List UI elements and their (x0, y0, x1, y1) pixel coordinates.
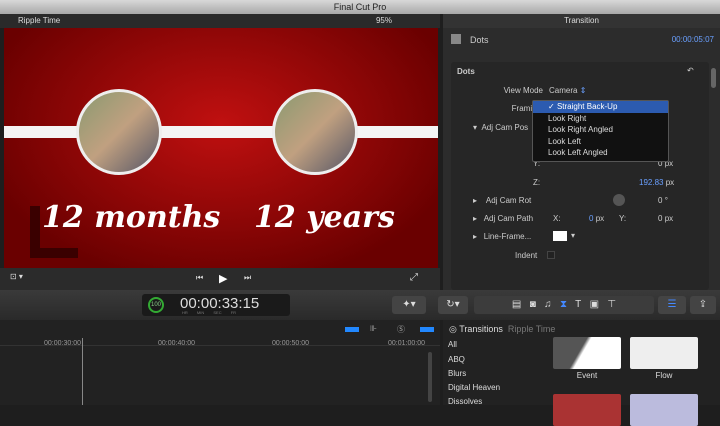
thumb[interactable] (553, 394, 621, 426)
path-x-value[interactable]: 0 px (589, 214, 604, 223)
menu-item-look-left[interactable]: Look Left (533, 136, 668, 148)
viewer-header: Ripple Time 95% (0, 14, 440, 28)
solo-icon[interactable]: Ⓢ (397, 324, 405, 335)
menu-item-straight-back-up[interactable]: ✓ Straight Back-Up (533, 101, 668, 113)
dots-section (451, 62, 709, 290)
adj-cam-rot-row[interactable]: ▸ Adj Cam Rot (473, 196, 531, 205)
ruler-tick: 00:01:00:00 (388, 340, 425, 347)
thumb-flow[interactable] (630, 337, 698, 369)
thumb-label: Event (576, 371, 598, 380)
timeline-scrollbar[interactable] (428, 352, 432, 402)
transition-name: Dots (470, 35, 489, 45)
generators-icon[interactable]: ▣ (590, 299, 599, 310)
audio-skimming-icon[interactable]: ⊪ (370, 324, 377, 333)
photo-circle-right (272, 89, 358, 175)
menu-item-look-left-angled[interactable]: Look Left Angled (533, 147, 668, 159)
thumb-event[interactable] (553, 337, 621, 369)
event-browser-icon[interactable]: ▤ (512, 299, 521, 310)
play-icon[interactable]: ▶ (219, 272, 227, 285)
inspector-tab[interactable]: Transition (443, 14, 720, 28)
transition-icon (451, 34, 461, 44)
z-label: Z: (533, 178, 541, 187)
next-icon[interactable]: ⏭ (244, 273, 251, 283)
category-all[interactable]: All (448, 340, 457, 349)
browser-header: ◎ Transitions Ripple Time (449, 324, 556, 334)
title-bar: Final Cut Pro (0, 0, 720, 14)
color-well[interactable] (553, 231, 567, 241)
transition-duration: 00:00:05:07 (671, 35, 714, 44)
category-blurs[interactable]: Blurs (448, 369, 466, 378)
path-x-label: X: (553, 214, 561, 223)
view-mode-select[interactable]: Camera ⇕ (549, 86, 586, 95)
share-icon[interactable]: ⇪ (690, 296, 716, 314)
framing-dropdown-menu: ✓ Straight Back-Up Look Right Look Right… (532, 100, 669, 162)
timecode-units: HR MIN SEC FR (182, 310, 237, 315)
dashboard-timecode[interactable]: 100 00:00:33:15 HR MIN SEC FR (142, 294, 290, 316)
line-frame-row[interactable]: ▸ Line-Frame... (473, 232, 531, 241)
category-digital-heaven[interactable]: Digital Heaven (448, 383, 500, 392)
video-canvas: 12 months 12 years (4, 28, 438, 268)
viewer-controls: ⏮ ▶ ⏭ ⤢ ⊡ ▾ (0, 268, 440, 290)
path-y-value[interactable]: 0 px (658, 214, 673, 223)
rot-value[interactable]: 0 ° (658, 196, 668, 205)
background-tasks-indicator[interactable]: 100 (148, 297, 164, 313)
z-value[interactable]: 192.83 px (639, 178, 674, 187)
category-abq[interactable]: ABQ (448, 355, 465, 364)
clip-name: Ripple Time (18, 16, 61, 25)
music-icon[interactable]: ♫ (544, 299, 552, 310)
enhancements-button[interactable]: ✦▾ (392, 296, 426, 314)
thumb[interactable] (630, 394, 698, 426)
scrollbar[interactable] (711, 68, 716, 88)
view-mode-value: Camera (549, 86, 578, 95)
titles-icon[interactable]: T (575, 299, 581, 310)
ruler-tick: 00:00:40:00 (158, 340, 195, 347)
view-options-icon[interactable]: ⊡ ▾ (10, 272, 23, 281)
adj-cam-pos-row[interactable]: ▾ Adj Cam Pos (473, 123, 528, 132)
rotation-dial[interactable] (613, 194, 625, 206)
adj-cam-path-row[interactable]: ▸ Adj Cam Path (473, 214, 533, 223)
indent-checkbox[interactable] (547, 251, 555, 259)
reset-icon[interactable]: ↶ (687, 66, 694, 75)
thumb-label: Flow (655, 371, 673, 380)
snapping-icon[interactable] (420, 327, 434, 332)
section-title: Dots (457, 67, 475, 76)
previous-icon[interactable]: ⏮ (196, 273, 203, 283)
view-mode-label: View Mode (503, 86, 543, 95)
menu-item-look-right[interactable]: Look Right (533, 113, 668, 125)
photos-icon[interactable]: ◙ (530, 299, 536, 310)
fullscreen-icon[interactable]: ⤢ (410, 272, 418, 283)
zoom-level[interactable]: 95% (376, 14, 392, 28)
themes-icon[interactable]: ⊤ (607, 299, 616, 310)
timeline[interactable]: ⊪ Ⓢ (0, 320, 440, 405)
inspector-toggle-icon[interactable]: ☰ (658, 296, 686, 314)
menu-item-look-right-angled[interactable]: Look Right Angled (533, 124, 668, 136)
indent-label: Indent (515, 251, 538, 260)
photo-circle-left (76, 89, 162, 175)
path-y-label: Y: (619, 214, 627, 223)
ruler-tick: 00:00:30:00 (44, 340, 81, 347)
playhead[interactable] (82, 338, 83, 405)
transitions-icon[interactable]: ⧗ (560, 299, 567, 310)
caption-left: 12 months (42, 200, 221, 235)
caption-right: 12 years (254, 200, 395, 235)
ruler-tick: 00:00:50:00 (272, 340, 309, 347)
white-stripe (4, 126, 438, 138)
retime-button[interactable]: ↻▾ (438, 296, 468, 314)
browser-buttons: ▤ ◙ ♫ ⧗ T ▣ ⊤ (474, 296, 654, 314)
color-dropdown-icon[interactable]: ▾ (571, 231, 575, 240)
skimming-icon[interactable] (345, 327, 359, 332)
